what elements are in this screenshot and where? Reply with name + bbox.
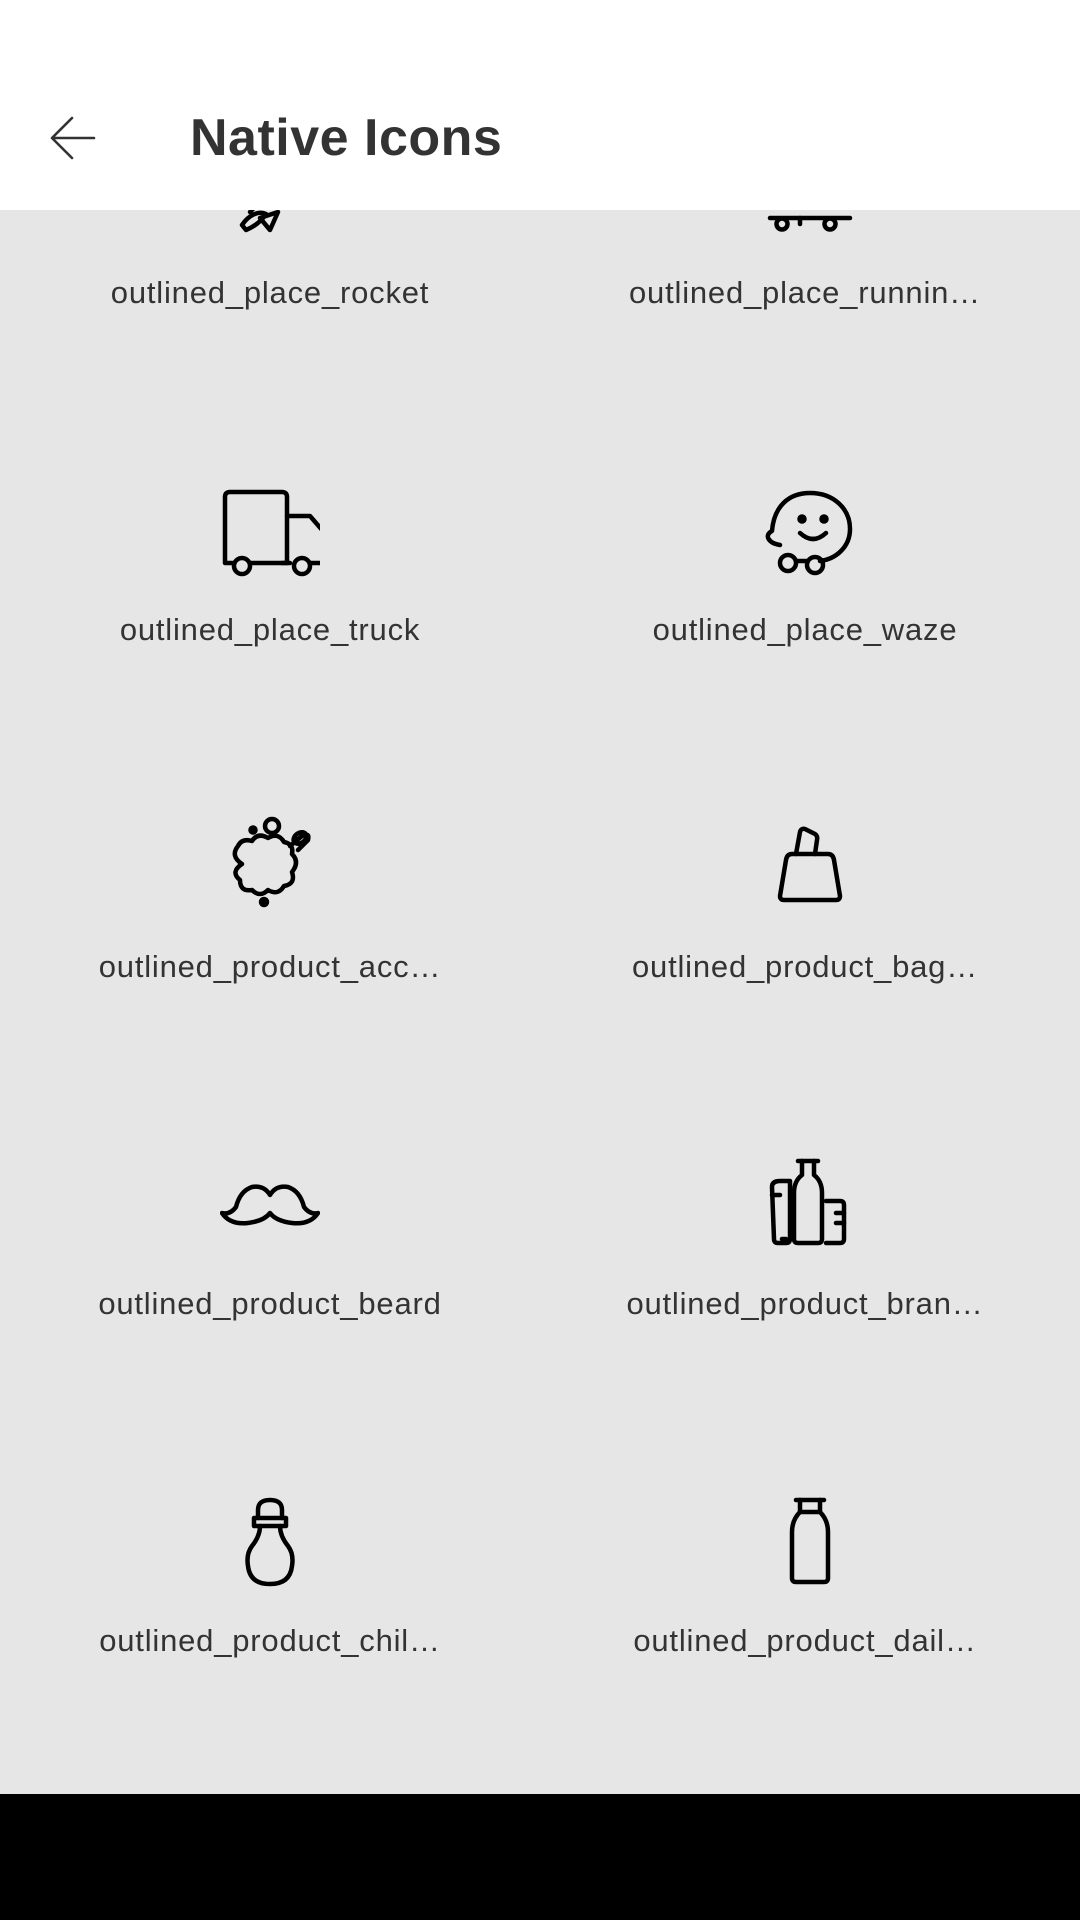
waze-icon <box>760 477 860 577</box>
icon-label: outlined_product_dail… <box>633 1623 977 1658</box>
status-bar <box>0 0 1080 70</box>
icon-cell-accessories[interactable]: outlined_product_acc… <box>0 752 540 1089</box>
icon-label: outlined_product_chil… <box>99 1623 441 1658</box>
icon-grid-scroll[interactable]: outlined_place_rocket outlined_place_run… <box>0 210 1080 1794</box>
icon-cell-daily[interactable]: outlined_product_dail… <box>540 1426 1080 1763</box>
bottles-icon <box>760 1151 860 1251</box>
beard-icon <box>220 1151 320 1251</box>
arrow-left-icon <box>50 116 96 160</box>
truck-icon <box>220 477 320 577</box>
icon-label: outlined_place_truck <box>119 612 421 647</box>
icon-cell-waze[interactable]: outlined_place_waze <box>540 415 1080 752</box>
rocket-icon <box>220 210 320 240</box>
icon-cell-rocket[interactable]: outlined_place_rocket <box>0 210 540 415</box>
icon-cell-brand[interactable]: outlined_product_bran… <box>540 1089 1080 1426</box>
icon-label: outlined_product_bag… <box>632 949 978 984</box>
system-navigation-bar <box>0 1794 1080 1920</box>
icon-cell-bag[interactable]: outlined_product_bag… <box>540 752 1080 1089</box>
baby-bottle-icon <box>220 1488 320 1588</box>
running-icon <box>760 210 860 240</box>
bag-icon <box>760 814 860 914</box>
back-button[interactable] <box>30 105 116 171</box>
icon-label: outlined_place_rocket <box>110 275 430 310</box>
icon-label: outlined_product_acc… <box>98 949 442 984</box>
app-bar: Native Icons <box>0 70 1080 210</box>
icon-cell-running[interactable]: outlined_place_runnin… <box>540 210 1080 415</box>
icon-label: outlined_place_runnin… <box>629 275 981 310</box>
milk-bottle-icon <box>760 1488 860 1588</box>
icon-label: outlined_place_waze <box>652 612 958 647</box>
icon-cell-children[interactable]: outlined_product_chil… <box>0 1426 540 1763</box>
soap-bubbles-icon <box>220 814 320 914</box>
icon-label: outlined_product_bran… <box>626 1286 984 1321</box>
page-title: Native Icons <box>190 109 503 167</box>
icon-cell-beard[interactable]: outlined_product_beard <box>0 1089 540 1426</box>
icon-cell-truck[interactable]: outlined_place_truck <box>0 415 540 752</box>
icon-label: outlined_product_beard <box>98 1286 442 1321</box>
